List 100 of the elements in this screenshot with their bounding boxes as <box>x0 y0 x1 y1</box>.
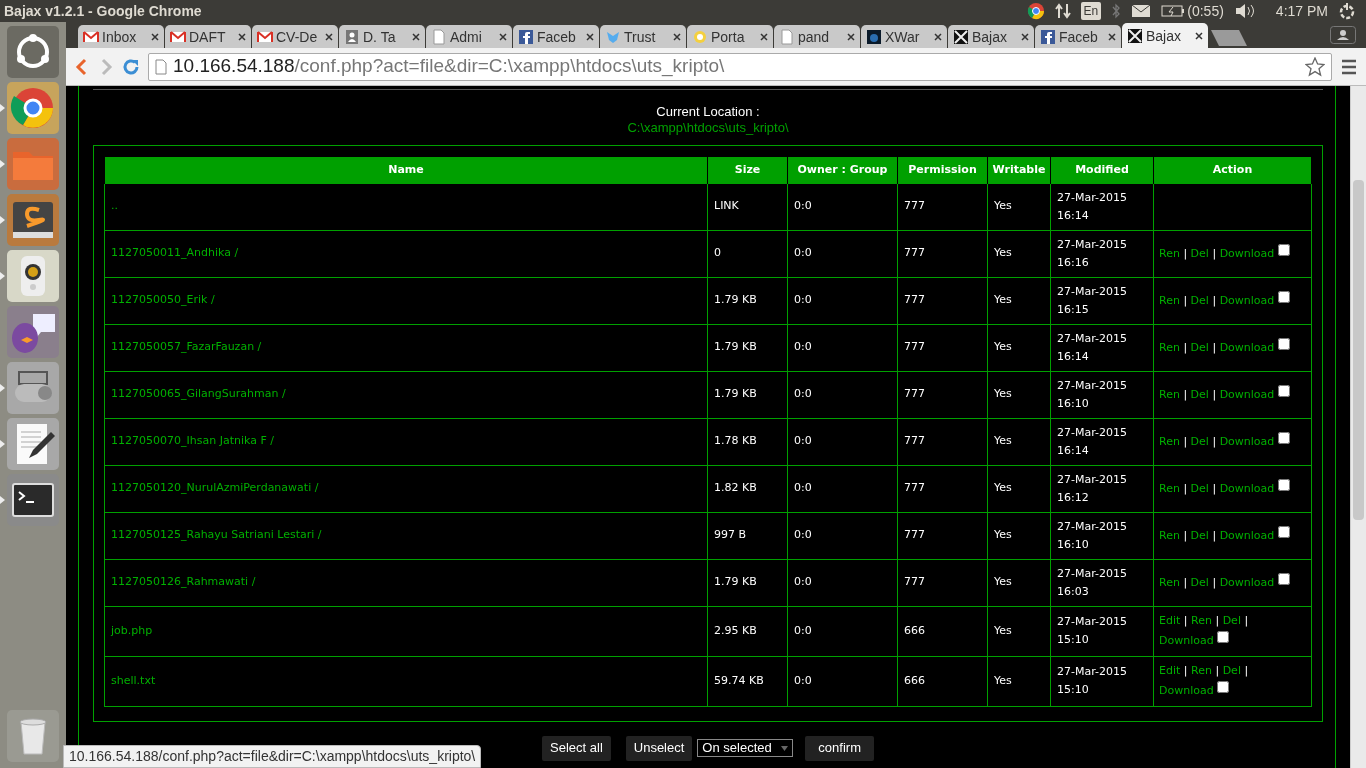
browser-tab[interactable]: Faceb <box>1035 25 1121 48</box>
file-name-link[interactable]: 1127050057_FazarFauzan / <box>104 324 708 371</box>
action-link[interactable]: Download <box>1219 246 1275 260</box>
file-name-link[interactable]: 1127050065_GilangSurahman / <box>104 371 708 418</box>
file-name-link[interactable]: 1127050120_NurulAzmiPerdanawati / <box>104 465 708 512</box>
keyboard-indicator[interactable]: En <box>1080 2 1102 20</box>
close-icon[interactable] <box>325 32 333 41</box>
action-link[interactable]: Ren <box>1159 293 1180 307</box>
action-link[interactable]: Download <box>1219 481 1275 495</box>
action-link[interactable]: Del <box>1222 664 1241 677</box>
action-link[interactable]: Del <box>1222 614 1241 627</box>
close-icon[interactable] <box>586 32 594 41</box>
select-checkbox[interactable] <box>1277 478 1290 491</box>
select-checkbox[interactable] <box>1277 525 1290 538</box>
scrollbar[interactable] <box>1350 86 1366 768</box>
chrome-launcher-button[interactable] <box>7 82 59 134</box>
file-name-link[interactable]: 1127050125_Rahayu Satriani Lestari / <box>104 512 708 559</box>
close-icon[interactable] <box>499 32 507 41</box>
text-editor-launcher-button[interactable] <box>7 194 59 246</box>
browser-tab[interactable]: XWar <box>861 25 947 48</box>
close-icon[interactable] <box>412 32 420 41</box>
action-link[interactable]: Download <box>1219 293 1275 307</box>
select-checkbox[interactable] <box>1277 337 1290 350</box>
action-link[interactable]: Del <box>1190 246 1209 260</box>
action-link[interactable]: Download <box>1219 575 1275 589</box>
power-icon[interactable] <box>1338 2 1356 20</box>
unselect-button[interactable]: Unselect <box>625 735 693 761</box>
browser-tab[interactable]: Admi <box>426 25 512 48</box>
action-dropdown[interactable]: On selected <box>697 739 794 757</box>
clock[interactable]: 4:17 PM <box>1275 0 1328 22</box>
action-link[interactable]: Download <box>1219 528 1275 542</box>
close-icon[interactable] <box>238 32 246 41</box>
action-link[interactable]: Del <box>1190 293 1209 307</box>
action-link[interactable]: Download <box>1159 634 1214 647</box>
action-link[interactable]: Ren <box>1159 246 1180 260</box>
bird-chat-launcher-button[interactable] <box>7 306 59 358</box>
select-checkbox[interactable] <box>1277 384 1290 397</box>
terminal-launcher-button[interactable] <box>7 474 59 526</box>
browser-tab[interactable]: pand <box>774 25 860 48</box>
menu-icon[interactable] <box>1340 58 1358 75</box>
bookmark-star-icon[interactable] <box>1305 56 1325 77</box>
select-all-button[interactable]: Select all <box>542 735 611 761</box>
reload-icon[interactable] <box>122 57 140 76</box>
ubuntu-logo-launcher-button[interactable] <box>7 26 59 78</box>
browser-tab[interactable]: CV-De <box>252 25 338 48</box>
browser-tab[interactable]: Faceb <box>513 25 599 48</box>
action-link[interactable]: Download <box>1219 340 1275 354</box>
close-icon[interactable] <box>151 32 159 41</box>
notepad-pencil-launcher-button[interactable] <box>7 418 59 470</box>
action-link[interactable]: Del <box>1190 575 1209 589</box>
profile-icon[interactable] <box>1330 26 1356 44</box>
confirm-button[interactable]: confirm <box>805 735 874 761</box>
new-tab-icon[interactable] <box>1209 28 1249 48</box>
browser-tab[interactable]: DAFT <box>165 25 251 48</box>
close-icon[interactable] <box>847 32 855 41</box>
file-name-link[interactable]: 1127050050_Erik / <box>104 277 708 324</box>
action-link[interactable]: Download <box>1219 434 1275 448</box>
action-link[interactable]: Del <box>1190 481 1209 495</box>
action-link[interactable]: Ren <box>1191 614 1212 627</box>
select-checkbox[interactable] <box>1277 290 1290 303</box>
action-link[interactable]: Download <box>1219 387 1275 401</box>
file-name-link[interactable]: shell.txt <box>104 656 708 706</box>
action-link[interactable]: Ren <box>1191 664 1212 677</box>
close-icon[interactable] <box>1021 32 1029 41</box>
action-link[interactable]: Edit <box>1159 664 1181 677</box>
action-link[interactable]: Ren <box>1159 481 1180 495</box>
file-name-link[interactable]: .. <box>104 183 708 230</box>
browser-tab[interactable]: Bajax <box>948 25 1034 48</box>
browser-tab[interactable]: D. Ta <box>339 25 425 48</box>
action-link[interactable]: Download <box>1159 684 1214 697</box>
file-name-link[interactable]: job.php <box>104 606 708 656</box>
browser-tab[interactable]: Porta <box>687 25 773 48</box>
action-link[interactable]: Del <box>1190 387 1209 401</box>
speaker-launcher-button[interactable] <box>7 250 59 302</box>
action-link[interactable]: Ren <box>1159 340 1180 354</box>
action-link[interactable]: Del <box>1190 528 1209 542</box>
close-icon[interactable] <box>1195 31 1203 40</box>
select-checkbox[interactable] <box>1217 681 1230 693</box>
close-icon[interactable] <box>934 32 942 41</box>
file-name-link[interactable]: 1127050070_Ihsan Jatnika F / <box>104 418 708 465</box>
close-icon[interactable] <box>760 32 768 41</box>
browser-tab[interactable]: Bajax <box>1122 23 1208 48</box>
file-name-link[interactable]: 1127050011_Andhika / <box>104 230 708 277</box>
action-link[interactable]: Ren <box>1159 434 1180 448</box>
close-icon[interactable] <box>1108 32 1116 41</box>
action-link[interactable]: Del <box>1190 340 1209 354</box>
address-bar[interactable]: 10.166.54.188/conf.php?act=file&dir=C:\xampp\htdocs\uts_kripto\ <box>148 52 1332 81</box>
select-checkbox[interactable] <box>1277 572 1290 585</box>
action-link[interactable]: Ren <box>1159 575 1180 589</box>
action-link[interactable]: Del <box>1190 434 1209 448</box>
file-name-link[interactable]: 1127050126_Rahmawati / <box>104 559 708 606</box>
close-icon[interactable] <box>673 32 681 41</box>
action-link[interactable]: Ren <box>1159 387 1180 401</box>
action-link[interactable]: Ren <box>1159 528 1180 542</box>
select-checkbox[interactable] <box>1217 631 1230 643</box>
select-checkbox[interactable] <box>1277 243 1290 256</box>
browser-tab[interactable]: Inbox <box>78 25 164 48</box>
action-link[interactable]: Edit <box>1159 614 1181 627</box>
browser-tab[interactable]: Trust <box>600 25 686 48</box>
select-checkbox[interactable] <box>1277 431 1290 444</box>
